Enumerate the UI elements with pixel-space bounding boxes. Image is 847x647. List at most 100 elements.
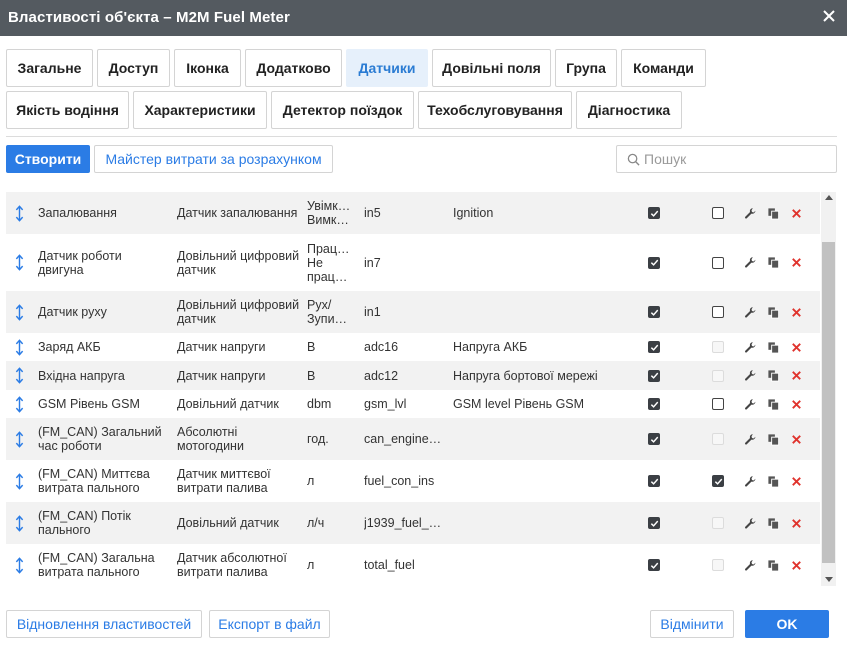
- consumption-wizard-button[interactable]: Майстер витрати за розрахунком: [94, 145, 333, 173]
- validation-checkbox[interactable]: [712, 306, 724, 318]
- scroll-down-icon[interactable]: [825, 577, 833, 582]
- copy-icon[interactable]: [766, 369, 780, 383]
- table-row[interactable]: (FM_CAN) Загальна витрата пального Датчик…: [6, 544, 820, 586]
- delete-x-icon[interactable]: [789, 256, 803, 270]
- delete-x-icon[interactable]: [789, 432, 803, 446]
- cancel-button[interactable]: Відмінити: [650, 610, 734, 638]
- validation-checkbox[interactable]: [712, 256, 724, 269]
- visible-checkbox-cell: [647, 333, 661, 361]
- tab-6[interactable]: Довільні поля: [432, 49, 551, 87]
- visible-checkbox[interactable]: [648, 559, 660, 571]
- validation-checkbox[interactable]: [712, 207, 724, 219]
- wrench-icon[interactable]: [743, 432, 757, 446]
- wrench-icon[interactable]: [743, 340, 757, 354]
- tab-4[interactable]: Додатково: [245, 49, 342, 87]
- validation-checkbox[interactable]: [712, 475, 724, 487]
- wrench-icon[interactable]: [743, 397, 757, 411]
- up-down-arrow-icon[interactable]: [12, 460, 26, 502]
- table-scrollbar[interactable]: [821, 192, 836, 586]
- visible-checkbox[interactable]: [648, 398, 660, 410]
- tab-5[interactable]: Датчики: [346, 49, 428, 87]
- tab-2[interactable]: Доступ: [97, 49, 170, 87]
- visible-checkbox[interactable]: [648, 341, 660, 353]
- delete-x-icon[interactable]: [789, 397, 803, 411]
- up-down-arrow-icon[interactable]: [12, 502, 26, 544]
- tab-1[interactable]: Якість водіння: [6, 91, 129, 129]
- copy-icon[interactable]: [766, 340, 780, 354]
- table-row[interactable]: (FM_CAN) Потік пального Довільний датчик л…: [6, 502, 820, 544]
- delete-x-icon[interactable]: [789, 206, 803, 220]
- wrench-icon[interactable]: [743, 256, 757, 270]
- visible-checkbox[interactable]: [648, 256, 660, 269]
- wrench-icon[interactable]: [743, 305, 757, 319]
- tab-3[interactable]: Іконка: [174, 49, 241, 87]
- up-down-arrow-icon[interactable]: [12, 192, 26, 234]
- wrench-icon[interactable]: [743, 369, 757, 383]
- table-row[interactable]: (FM_CAN) Миттєва витрата пального Датчик …: [6, 460, 820, 502]
- copy-icon[interactable]: [766, 558, 780, 572]
- sensor-type: Датчик миттєвої витрати палива: [177, 467, 271, 495]
- tab-7[interactable]: Група: [555, 49, 617, 87]
- delete-x-icon[interactable]: [789, 558, 803, 572]
- scroll-up-icon[interactable]: [825, 195, 833, 200]
- table-row[interactable]: Вхідна напруга Датчик напруги Вadc12 Напруг…: [6, 361, 820, 390]
- ok-button[interactable]: OK: [745, 610, 829, 638]
- visible-checkbox[interactable]: [648, 517, 660, 529]
- visible-checkbox[interactable]: [648, 369, 660, 382]
- tab-5[interactable]: Діагностика: [576, 91, 682, 129]
- tab-2[interactable]: Характеристики: [133, 91, 267, 129]
- up-down-arrow-icon[interactable]: [12, 234, 26, 291]
- create-button[interactable]: Створити: [6, 145, 90, 173]
- up-down-arrow-icon[interactable]: [12, 291, 26, 333]
- visible-checkbox[interactable]: [648, 475, 660, 487]
- delete-x-icon[interactable]: [789, 474, 803, 488]
- table-row[interactable]: (FM_CAN) Загальний час роботи Абсолютні м…: [6, 418, 820, 460]
- sensor-type-cell: Абсолютні мотогодини: [177, 418, 305, 460]
- delete-x-icon[interactable]: [789, 369, 803, 383]
- copy-icon[interactable]: [766, 432, 780, 446]
- up-down-arrow-icon[interactable]: [12, 390, 26, 418]
- copy-icon[interactable]: [766, 256, 780, 270]
- tab-8[interactable]: Команди: [621, 49, 706, 87]
- copy-icon[interactable]: [766, 474, 780, 488]
- export-file-button[interactable]: Експорт в файл: [209, 610, 330, 638]
- wrench-icon[interactable]: [743, 206, 757, 220]
- visible-checkbox[interactable]: [648, 207, 660, 219]
- validation-checkbox-cell: [711, 291, 725, 333]
- table-row[interactable]: Датчик руху Довільний цифровий датчик Рух/…: [6, 291, 820, 333]
- wrench-icon[interactable]: [743, 516, 757, 530]
- tab-4[interactable]: Техобслуговування: [418, 91, 572, 129]
- tab-3[interactable]: Детектор поїздок: [271, 91, 414, 129]
- scroll-thumb[interactable]: [822, 242, 835, 563]
- restore-properties-button[interactable]: Відновлення властивостей: [6, 610, 202, 638]
- copy-icon[interactable]: [766, 516, 780, 530]
- visible-checkbox[interactable]: [648, 306, 660, 318]
- copy-icon[interactable]: [766, 206, 780, 220]
- search-box[interactable]: [616, 145, 837, 173]
- delete-x-icon[interactable]: [789, 305, 803, 319]
- up-down-arrow-icon[interactable]: [12, 333, 26, 361]
- close-icon[interactable]: [821, 8, 837, 24]
- copy-icon[interactable]: [766, 397, 780, 411]
- table-row[interactable]: Датчик роботи двигуна Довільний цифровий …: [6, 234, 820, 291]
- table-row[interactable]: Запалювання Датчик запалювання Увімк… Вимк…: [6, 192, 820, 234]
- delete-x-icon[interactable]: [789, 516, 803, 530]
- table-row[interactable]: GSM Рівень GSM Довільний датчик dbm gsm_lvl…: [6, 390, 820, 418]
- up-down-arrow-icon[interactable]: [12, 418, 26, 460]
- delete-x-icon[interactable]: [789, 340, 803, 354]
- wrench-icon[interactable]: [743, 474, 757, 488]
- visible-checkbox[interactable]: [648, 433, 660, 445]
- copy-icon[interactable]: [766, 305, 780, 319]
- validation-checkbox[interactable]: [712, 398, 724, 410]
- up-down-arrow-icon[interactable]: [12, 544, 26, 586]
- row-actions: [743, 544, 813, 586]
- sensor-type: Довільний цифровий датчик: [177, 248, 300, 277]
- search-input[interactable]: [644, 151, 824, 167]
- sensor-unit: л: [307, 474, 315, 488]
- validation-checkbox-cell: [711, 460, 725, 502]
- table-row[interactable]: Заряд АКБ Датчик напруги Вadc16 Напруга АКБ: [6, 333, 820, 361]
- up-down-arrow-icon[interactable]: [12, 361, 26, 390]
- sensor-unit: dbm: [307, 397, 332, 411]
- wrench-icon[interactable]: [743, 558, 757, 572]
- tab-1[interactable]: Загальне: [6, 49, 93, 87]
